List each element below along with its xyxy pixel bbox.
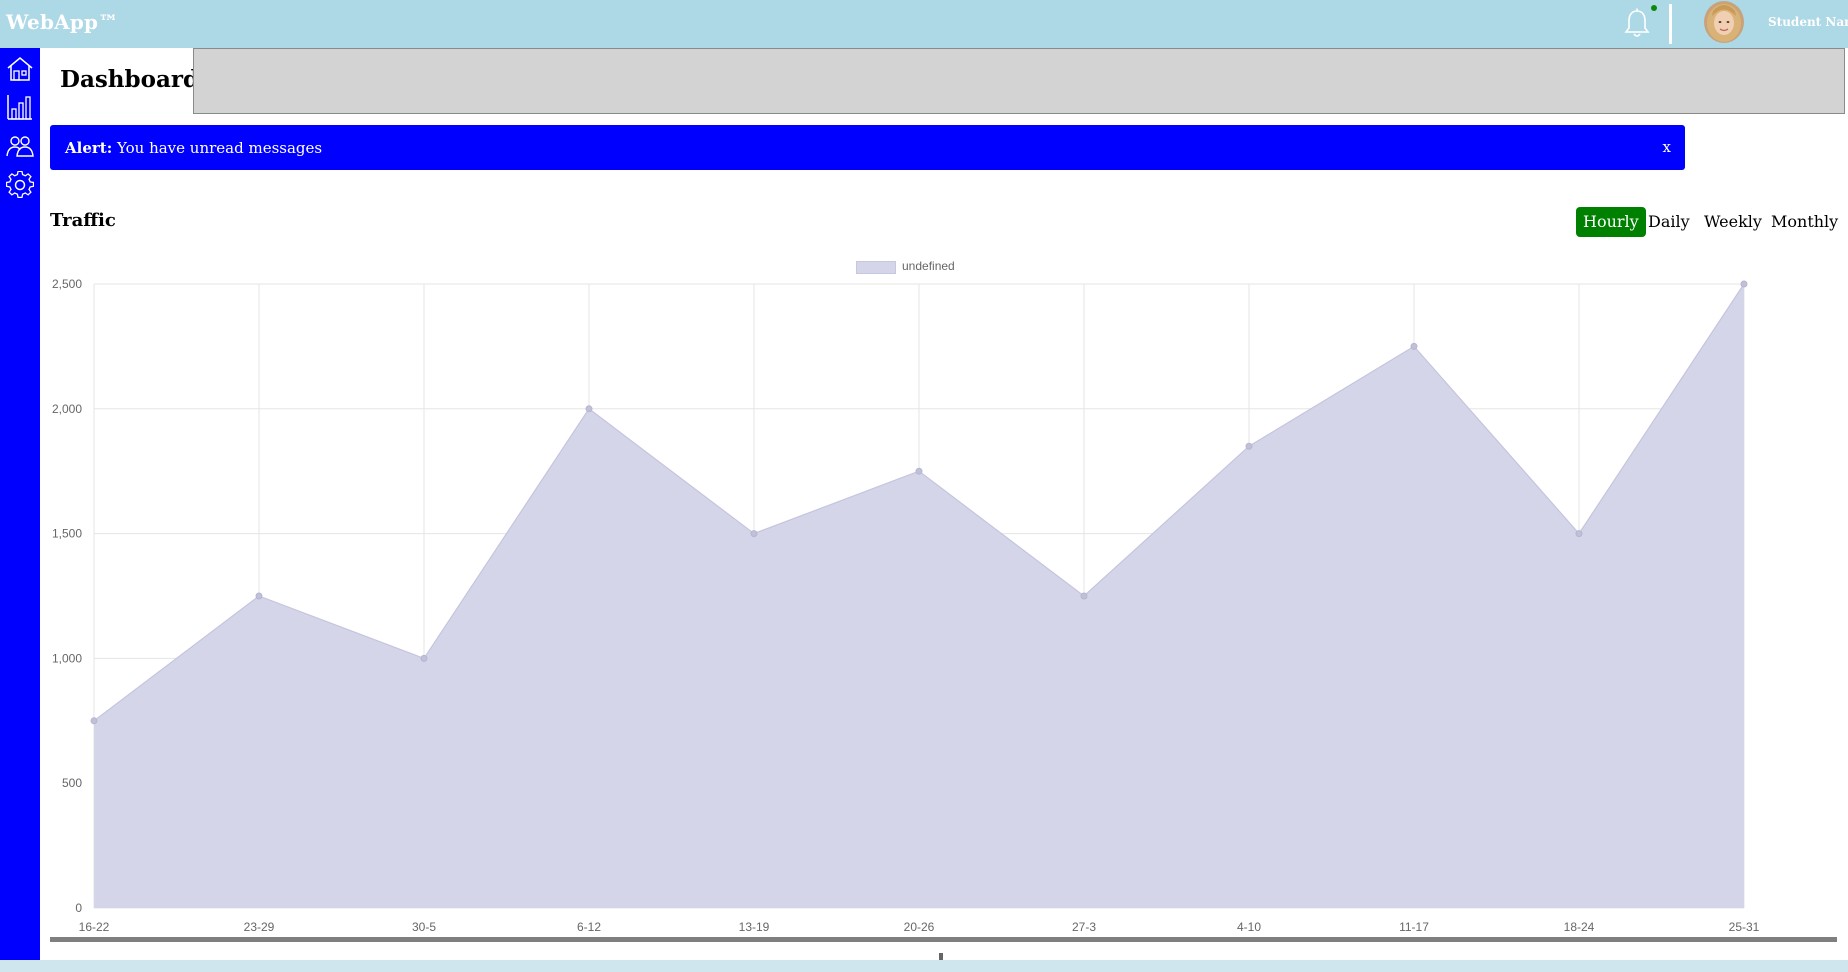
x-tick-label: 11-17 [1399, 920, 1429, 934]
data-point [90, 717, 98, 725]
x-tick-label: 27-3 [1072, 920, 1096, 934]
traffic-area [94, 284, 1744, 908]
y-tick-label: 500 [62, 776, 82, 790]
bar-chart-icon[interactable] [6, 93, 34, 121]
tab-daily[interactable]: Daily [1641, 207, 1697, 237]
gear-icon[interactable] [6, 171, 34, 199]
data-point [1410, 342, 1418, 350]
traffic-line [93, 283, 1745, 722]
data-point [585, 405, 593, 413]
tab-weekly[interactable]: Weekly [1697, 207, 1769, 237]
x-tick-label: 18-24 [1564, 920, 1595, 934]
y-tick-label: 2,000 [52, 402, 82, 416]
x-tick-label: 16-22 [79, 920, 110, 934]
notification-bell-icon[interactable] [1622, 7, 1652, 41]
tab-monthly[interactable]: Monthly [1764, 207, 1845, 237]
y-tick-label: 2,500 [52, 277, 82, 291]
header-search-area[interactable] [193, 48, 1845, 114]
alert-close-button[interactable]: x [1661, 138, 1673, 156]
data-point [255, 592, 263, 600]
x-tick-label: 6-12 [577, 920, 601, 934]
data-point [1740, 280, 1748, 288]
data-point [1575, 530, 1583, 538]
users-icon[interactable] [6, 132, 34, 160]
app-brand[interactable]: WebApp™ [6, 10, 118, 34]
data-point [1245, 442, 1253, 450]
taskbar [0, 960, 1848, 972]
header-divider [1669, 4, 1672, 44]
data-point [1080, 592, 1088, 600]
x-tick-label: 25-31 [1729, 920, 1760, 934]
legend-swatch[interactable] [856, 261, 896, 274]
traffic-title: Traffic [50, 210, 116, 231]
sidebar [0, 48, 40, 972]
y-tick-label: 1,000 [52, 651, 82, 665]
y-tick-label: 0 [75, 901, 82, 915]
notification-dot [1651, 5, 1657, 11]
y-tick-label: 1,500 [52, 527, 82, 541]
user-name[interactable]: Student Name [1768, 15, 1848, 29]
x-tick-label: 30-5 [412, 920, 436, 934]
top-bar: WebApp™ Student Name [0, 0, 1848, 48]
data-point [915, 467, 923, 475]
x-tick-label: 20-26 [904, 920, 935, 934]
alert-label: Alert: [65, 139, 113, 157]
horizontal-scrollbar[interactable] [50, 937, 1837, 942]
alert-banner: Alert: You have unread messages x [50, 125, 1685, 170]
home-icon[interactable] [6, 55, 34, 83]
alert-text: Alert: You have unread messages [65, 139, 322, 157]
data-point [420, 654, 428, 662]
x-tick-label: 23-29 [244, 920, 275, 934]
x-tick-label: 13-19 [739, 920, 770, 934]
x-tick-label: 4-10 [1237, 920, 1261, 934]
legend-label[interactable]: undefined [902, 259, 955, 273]
page-title: Dashboard [60, 66, 200, 93]
avatar[interactable] [1704, 1, 1744, 43]
data-point [750, 530, 758, 538]
alert-message: You have unread messages [112, 139, 323, 157]
tab-hourly[interactable]: Hourly [1576, 207, 1646, 237]
